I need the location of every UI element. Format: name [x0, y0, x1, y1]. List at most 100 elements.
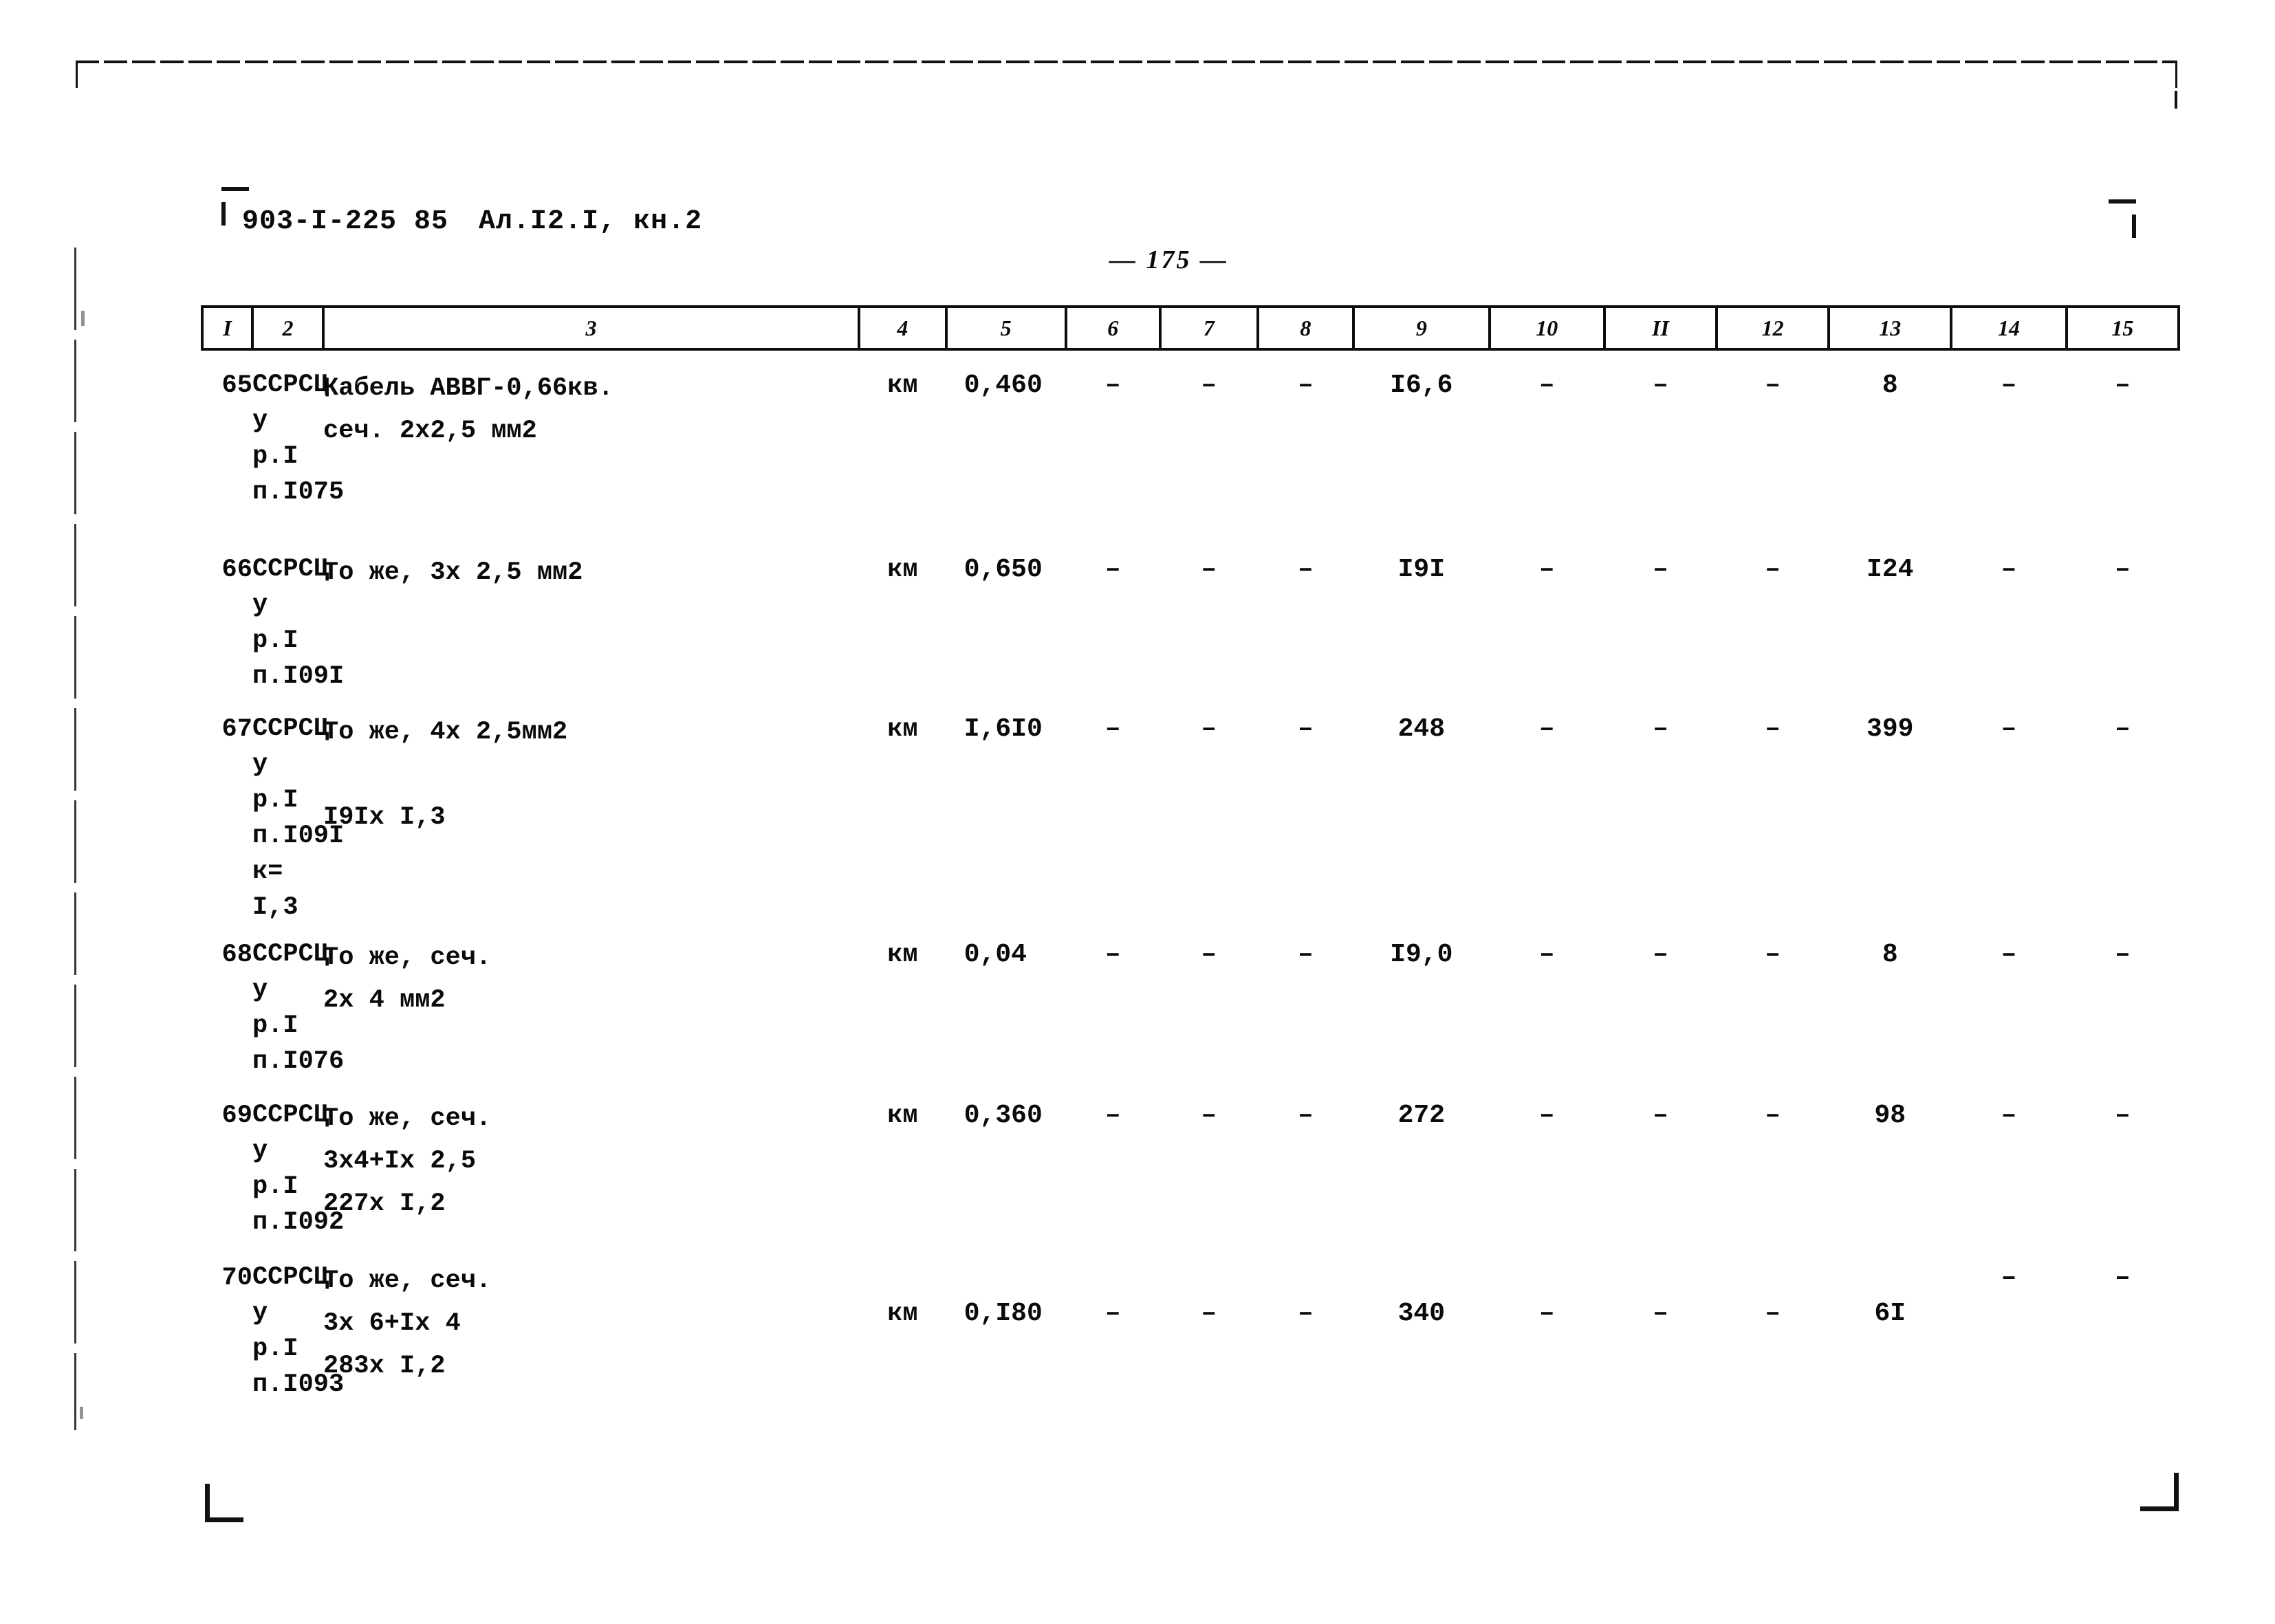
- scan-speckle: [81, 311, 85, 326]
- row-col14: –: [2001, 940, 2017, 969]
- table-row: 66 ССРСЦ у р.I п.I09I То же, 3х 2,5 мм2 …: [202, 551, 2179, 694]
- row-col5: I,6I0: [964, 714, 1043, 744]
- row-description: То же, сеч. 2х 4 мм2: [323, 943, 492, 1015]
- row-description: Кабель АВВГ-0,66кв. сеч. 2х2,5 мм2: [323, 374, 613, 446]
- table-gap: [202, 1079, 2179, 1097]
- table-row: 65 ССРСЦ у р.I п.I075 Кабель АВВГ-0,66кв…: [202, 367, 2179, 510]
- row-number: 69: [221, 1101, 252, 1130]
- row-col6: –: [1104, 714, 1121, 744]
- column-header-2: 2: [250, 305, 325, 351]
- row-unit: км: [859, 1260, 946, 1403]
- column-header-14: 14: [1950, 305, 2068, 351]
- crop-mark-bottom-right: [2140, 1473, 2179, 1511]
- row-col11: –: [1653, 555, 1668, 584]
- row-norm-code: ССРСЦ у р.I п.I092: [252, 1101, 345, 1237]
- row-description: То же, сеч. 3х4+Iх 2,5 227х I,2: [323, 1104, 492, 1218]
- row-col11-text: –: [1653, 1299, 1668, 1328]
- row-norm-code: ССРСЦ у р.I п.I075: [252, 371, 345, 507]
- row-norm-code: ССРСЦ у р.I п.I093: [252, 1263, 345, 1399]
- row-col15: –: [2114, 714, 2131, 744]
- row-unit: км: [887, 941, 918, 969]
- row-col10: –: [1538, 555, 1555, 584]
- column-header-12: 12: [1715, 305, 1831, 351]
- column-header-6: 6: [1064, 305, 1162, 351]
- row-col8: –: [1258, 1260, 1354, 1403]
- row-col7-text: –: [1201, 1299, 1217, 1328]
- row-col11: –: [1653, 940, 1668, 969]
- row-unit: км: [887, 715, 918, 744]
- row-col9: I6,6: [1390, 371, 1453, 400]
- table-gap: [202, 510, 2179, 551]
- row-col15: –: [2114, 555, 2131, 584]
- row-col5: 0,650: [964, 555, 1043, 584]
- page-number: — 175 —: [1109, 245, 1228, 274]
- row-col12: –: [1765, 371, 1781, 400]
- document-album: Ал.I2.I, кн.2: [479, 206, 703, 237]
- row-col7: –: [1201, 555, 1217, 584]
- row-col9: 340: [1353, 1260, 1489, 1403]
- document-header: 903-I-225 85 Ал.I2.I, кн.2: [242, 206, 702, 237]
- row-col10: –: [1538, 940, 1555, 969]
- row-col9: I9,0: [1390, 940, 1453, 969]
- row-col11: –: [1604, 1260, 1717, 1403]
- row-col14: –: [1951, 1260, 2066, 1403]
- row-col15: –: [2114, 371, 2131, 400]
- column-header-11: II: [1602, 305, 1719, 351]
- row-col8: –: [1297, 555, 1314, 584]
- column-header-10: 10: [1488, 305, 1606, 351]
- page-frame-right-tick: [2175, 61, 2177, 88]
- row-number: 67: [221, 715, 252, 744]
- row-col7: –: [1160, 1260, 1258, 1403]
- row-col14: –: [2001, 1101, 2017, 1130]
- column-header-1: I: [201, 305, 254, 351]
- row-description: То же, сеч. 3х 6+Iх 4 283х I,2: [323, 1266, 492, 1381]
- row-col12: –: [1717, 1260, 1829, 1403]
- row-col13: I24: [1866, 555, 1914, 584]
- row-unit: км: [887, 371, 918, 400]
- table-gap: [202, 349, 2179, 367]
- row-col8: –: [1297, 714, 1314, 744]
- row-description: То же, 3х 2,5 мм2: [323, 558, 583, 587]
- row-norm-code: ССРСЦ у р.I п.I09I: [252, 555, 345, 691]
- row-col9: 248: [1397, 714, 1446, 744]
- table-row: 67 ССРСЦ у р.I п.I09I к= I,3 То же, 4х 2…: [202, 711, 2179, 925]
- row-col14: –: [2001, 371, 2017, 400]
- table-gap: [202, 1240, 2179, 1260]
- specification-table: I 2 3 4 5 6 7 8 9 10 II 12 13 14 15 65 С…: [201, 305, 2181, 1403]
- column-header-5: 5: [944, 305, 1067, 351]
- row-col12: –: [1765, 714, 1781, 744]
- table-body: 65 ССРСЦ у р.I п.I075 Кабель АВВГ-0,66кв…: [202, 349, 2179, 1403]
- scan-speckle: [80, 1407, 83, 1419]
- row-col10-text: –: [1538, 1299, 1555, 1328]
- row-col13: 6I: [1829, 1260, 1951, 1403]
- row-col5: 0,360: [964, 1101, 1043, 1130]
- column-header-4: 4: [858, 305, 948, 351]
- row-col12-text: –: [1765, 1299, 1781, 1328]
- row-col15: –: [2114, 1101, 2131, 1130]
- row-col8: –: [1297, 940, 1314, 969]
- row-col10: –: [1490, 1260, 1604, 1403]
- page-frame-top-rule: [76, 61, 2177, 63]
- row-col11: –: [1653, 371, 1668, 400]
- table-gap: [202, 694, 2179, 711]
- table-row: 70 ССРСЦ у р.I п.I093 То же, сеч. 3х 6+I…: [202, 1260, 2179, 1403]
- row-number: 70: [221, 1264, 252, 1293]
- row-col6: –: [1066, 1260, 1160, 1403]
- row-col10: –: [1538, 714, 1555, 744]
- row-col13: 98: [1874, 1101, 1906, 1130]
- row-col5: 0,04: [964, 940, 1027, 969]
- column-header-7: 7: [1158, 305, 1259, 351]
- row-col8: –: [1297, 371, 1314, 400]
- column-header-3: 3: [321, 305, 861, 351]
- page-frame-left-rule: [74, 248, 76, 1430]
- row-unit-text: км: [887, 1299, 918, 1328]
- row-number: 68: [221, 941, 252, 969]
- table-header-row: I 2 3 4 5 6 7 8 9 10 II 12 13 14 15: [201, 305, 2181, 351]
- row-col7: –: [1201, 714, 1217, 744]
- page-frame-right-dot: [2175, 91, 2177, 109]
- row-unit: км: [887, 556, 918, 584]
- row-col9: 272: [1397, 1101, 1446, 1130]
- column-header-9: 9: [1352, 305, 1491, 351]
- row-col15: –: [2114, 940, 2131, 969]
- row-col5: 0,I80: [946, 1260, 1066, 1403]
